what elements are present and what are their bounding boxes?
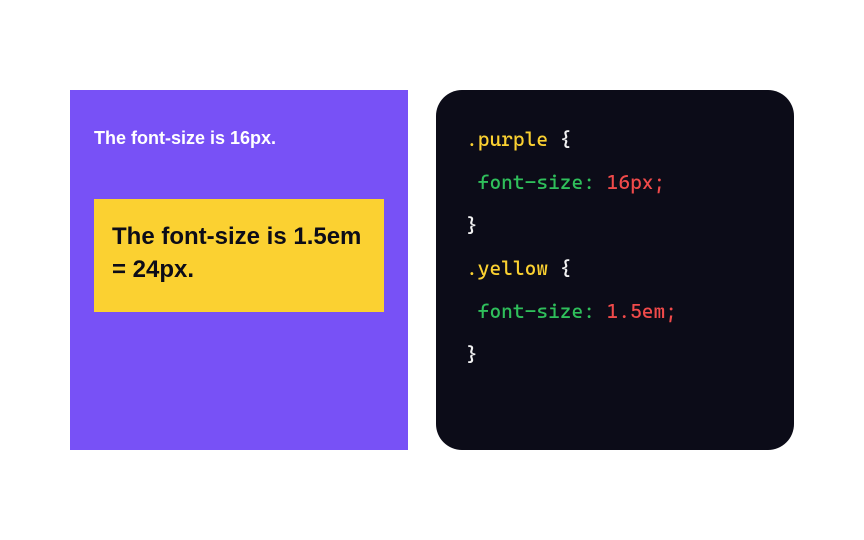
code-line: .purple {: [466, 118, 764, 161]
code-snippet-panel: .purple { font-size: 16px; } .yellow { f…: [436, 90, 794, 450]
semicolon: ;: [654, 170, 666, 194]
code-line: }: [466, 333, 764, 376]
css-selector: .purple: [466, 127, 548, 151]
code-line: font-size: 1.5em;: [466, 290, 764, 333]
code-line: }: [466, 204, 764, 247]
brace-open: {: [548, 256, 571, 280]
yellow-description-text: The font-size is 1.5em = 24px.: [112, 221, 366, 286]
css-value: 1.5em: [595, 299, 665, 323]
colon: :: [583, 170, 595, 194]
code-line: .yellow {: [466, 247, 764, 290]
brace-open: {: [548, 127, 571, 151]
purple-description-text: The font-size is 16px.: [94, 126, 384, 151]
css-property: font-size: [478, 170, 583, 194]
code-line: font-size: 16px;: [466, 161, 764, 204]
css-value: 16px: [595, 170, 654, 194]
semicolon: ;: [665, 299, 677, 323]
css-property: font-size: [478, 299, 583, 323]
brace-close: }: [466, 213, 478, 237]
demo-purple-panel: The font-size is 16px. The font-size is …: [70, 90, 408, 450]
demo-yellow-panel: The font-size is 1.5em = 24px.: [94, 199, 384, 312]
css-selector: .yellow: [466, 256, 548, 280]
brace-close: }: [466, 342, 478, 366]
colon: :: [583, 299, 595, 323]
